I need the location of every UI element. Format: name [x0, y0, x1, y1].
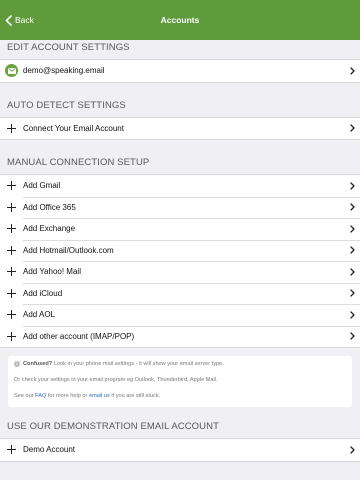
add-icloud-row[interactable]: Add iCloud: [0, 282, 360, 304]
chevron-right-icon: [349, 246, 355, 254]
help-info-box: i Confused? Look in your phone mail setti…: [8, 356, 352, 407]
plus-icon: [7, 310, 16, 320]
plus-icon: [7, 123, 16, 133]
row-label: Demo Account: [23, 445, 76, 455]
chevron-right-icon: [349, 446, 355, 454]
plus-icon: [7, 267, 16, 277]
row-label: Add Exchange: [23, 224, 76, 234]
help-line-1: i Confused? Look in your phone mail setti…: [14, 361, 346, 368]
chevron-right-icon: [349, 67, 355, 75]
add-exchange-row[interactable]: Add Exchange: [0, 218, 360, 240]
section-header-demo-account: USE OUR DEMONSTRATION EMAIL ACCOUNT: [7, 421, 219, 432]
info-icon: i: [14, 361, 20, 367]
row-label: Add AOL: [23, 310, 56, 320]
row-label: Add Hotmail/Outlook.com: [23, 245, 114, 255]
plus-icon: [7, 245, 16, 255]
chevron-right-icon: [349, 182, 355, 190]
chevron-right-icon: [349, 311, 355, 319]
back-button[interactable]: Back: [5, 0, 34, 40]
auto-detect-group: Connect Your Email Account: [0, 116, 360, 140]
help-line-2: Or check your settings in your email pro…: [14, 377, 218, 383]
add-aol-row[interactable]: Add AOL: [0, 304, 360, 326]
chevron-right-icon: [349, 225, 355, 233]
plus-icon: [7, 445, 16, 455]
account-email-label: demo@speaking.email: [23, 66, 105, 76]
demo-account-group: Demo Account: [0, 438, 360, 462]
add-office365-row[interactable]: Add Office 365: [0, 196, 360, 218]
add-yahoo-row[interactable]: Add Yahoo! Mail: [0, 261, 360, 283]
nav-bar: Back Accounts: [0, 0, 360, 40]
account-row-demo-email[interactable]: demo@speaking.email: [0, 60, 360, 82]
row-label: Add Gmail: [23, 181, 61, 191]
add-hotmail-row[interactable]: Add Hotmail/Outlook.com: [0, 239, 360, 261]
chevron-right-icon: [349, 332, 355, 340]
row-label: Add other account (IMAP/POP): [23, 331, 135, 341]
help-line-3: See our FAQ for more help or email us if…: [14, 393, 161, 399]
chevron-right-icon: [349, 268, 355, 276]
plus-icon: [7, 331, 16, 341]
plus-icon: [7, 202, 16, 212]
plus-icon: [7, 224, 16, 234]
chevron-left-icon: [5, 14, 12, 26]
mail-icon: [5, 64, 18, 78]
section-header-auto-detect: AUTO DETECT SETTINGS: [7, 99, 126, 111]
demo-account-row[interactable]: Demo Account: [0, 439, 360, 461]
edit-account-group: demo@speaking.email: [0, 59, 360, 83]
chevron-right-icon: [349, 124, 355, 132]
back-label: Back: [15, 15, 34, 25]
connect-email-account-row[interactable]: Connect Your Email Account: [0, 117, 360, 139]
email-us-link[interactable]: email us: [89, 393, 110, 399]
plus-icon: [7, 181, 16, 191]
row-label: Add iCloud: [23, 288, 63, 298]
add-gmail-row[interactable]: Add Gmail: [0, 175, 360, 197]
plus-icon: [7, 288, 16, 298]
row-label: Connect Your Email Account: [23, 123, 124, 133]
manual-setup-group: Add Gmail Add Office 365 Add Exchange Ad…: [0, 174, 360, 348]
section-header-manual-setup: MANUAL CONNECTION SETUP: [7, 157, 150, 168]
faq-link[interactable]: FAQ: [35, 393, 46, 399]
confused-label: Confused?: [23, 361, 53, 367]
add-other-account-row[interactable]: Add other account (IMAP/POP): [0, 325, 360, 347]
chevron-right-icon: [349, 289, 355, 297]
page-title: Accounts: [160, 15, 200, 25]
chevron-right-icon: [349, 203, 355, 211]
section-header-edit-account: EDIT ACCOUNT SETTINGS: [7, 42, 130, 53]
row-label: Add Office 365: [23, 202, 76, 212]
row-label: Add Yahoo! Mail: [23, 267, 81, 277]
